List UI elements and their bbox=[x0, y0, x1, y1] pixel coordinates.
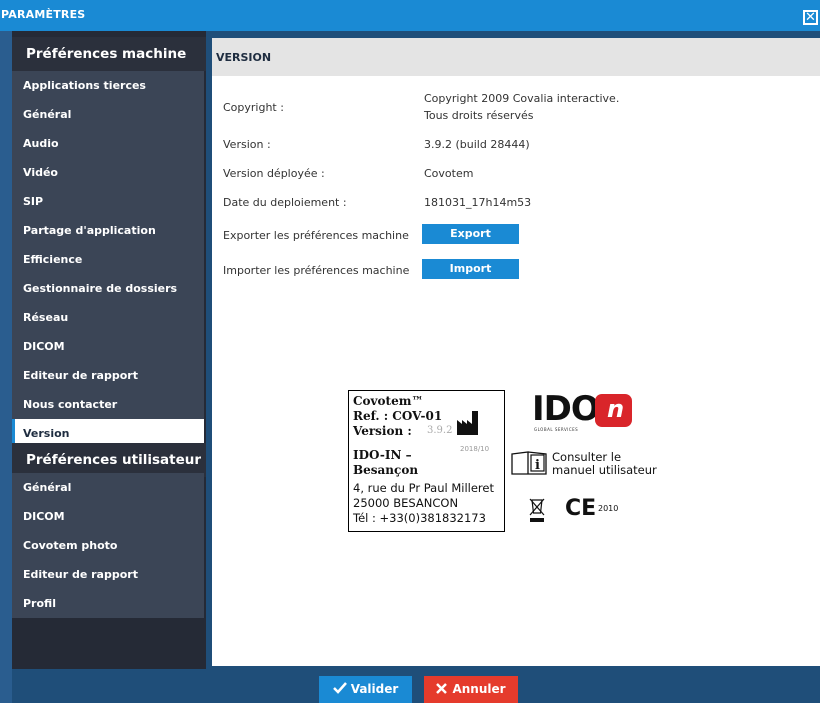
user-preferences-header[interactable]: Préférences utilisateur bbox=[12, 443, 206, 477]
product-version-prefix: Version : bbox=[353, 424, 412, 438]
sidebar-item-profil[interactable]: Profil bbox=[12, 589, 204, 618]
cross-icon bbox=[436, 683, 448, 694]
ido-logo-text: IDO bbox=[532, 389, 600, 429]
sidebar-item-reseau[interactable]: Réseau bbox=[12, 303, 204, 332]
deployed-version-value: Covotem bbox=[424, 167, 474, 180]
settings-window: PARAMÈTRES ✕ Préférences machine Applica… bbox=[0, 0, 820, 703]
import-button[interactable]: Import bbox=[422, 259, 519, 279]
company-name-line2: Besançon bbox=[353, 463, 419, 477]
sidebar-item-user-general[interactable]: Général bbox=[12, 473, 204, 502]
copyright-label: Copyright : bbox=[223, 101, 284, 114]
sidebar-item-user-editeur-rapport[interactable]: Editeur de rapport bbox=[12, 560, 204, 589]
user-preferences-list: Général DICOM Covotem photo Editeur de r… bbox=[12, 473, 204, 618]
window-left-edge bbox=[0, 31, 12, 703]
copyright-value-line1: Copyright 2009 Covalia interactive. bbox=[424, 92, 620, 105]
weee-bin-icon bbox=[529, 498, 545, 522]
machine-preferences-header[interactable]: Préférences machine bbox=[12, 37, 206, 71]
cancel-label: Annuler bbox=[452, 682, 506, 696]
deploy-date-label: Date du deploiement : bbox=[223, 196, 347, 209]
sidebar-item-audio[interactable]: Audio bbox=[12, 129, 204, 158]
version-value: 3.9.2 (build 28444) bbox=[424, 138, 530, 151]
product-label-card: Covotem™ Ref. : COV-01 Version : 3.9.2 2… bbox=[348, 390, 505, 532]
copyright-value-line2: Tous droits réservés bbox=[424, 109, 534, 122]
ido-logo-subtitle: GLOBAL SERVICES bbox=[534, 427, 579, 432]
sidebar-item-efficience[interactable]: Efficience bbox=[12, 245, 204, 274]
title-bar: PARAMÈTRES ✕ bbox=[0, 0, 820, 31]
export-label: Exporter les préférences machine bbox=[223, 229, 409, 242]
ido-logo: IDO n GLOBAL SERVICES bbox=[532, 389, 642, 437]
import-label: Importer les préférences machine bbox=[223, 264, 410, 277]
sidebar-item-gestionnaire-dossiers[interactable]: Gestionnaire de dossiers bbox=[12, 274, 204, 303]
validate-label: Valider bbox=[350, 682, 399, 696]
phone-number: Tél : +33(0)381832173 bbox=[353, 511, 486, 525]
svg-text:i: i bbox=[535, 458, 540, 473]
panel-header: VERSION bbox=[212, 38, 820, 76]
company-name-line1: IDO-IN – bbox=[353, 448, 412, 462]
window-title: PARAMÈTRES bbox=[1, 8, 86, 21]
sidebar-item-dicom[interactable]: DICOM bbox=[12, 332, 204, 361]
address-line1: 4, rue du Pr Paul Milleret bbox=[353, 481, 494, 495]
address-line2: 25000 BESANCON bbox=[353, 496, 459, 510]
validate-button[interactable]: Valider bbox=[319, 676, 412, 703]
manual-text-line2: manuel utilisateur bbox=[552, 463, 657, 477]
ce-year: 2010 bbox=[598, 504, 619, 513]
ce-mark-icon: CE bbox=[565, 496, 597, 521]
manufacturer-icon bbox=[457, 411, 478, 435]
sidebar-item-applications-tierces[interactable]: Applications tierces bbox=[12, 71, 204, 100]
close-icon[interactable]: ✕ bbox=[803, 10, 818, 25]
product-version-value: 3.9.2 bbox=[427, 425, 453, 436]
manufacture-date: 2018/10 bbox=[460, 445, 490, 453]
version-panel: VERSION Copyright : Copyright 2009 Coval… bbox=[212, 38, 820, 666]
sidebar-item-sip[interactable]: SIP bbox=[12, 187, 204, 216]
sidebar-item-nous-contacter[interactable]: Nous contacter bbox=[12, 390, 204, 419]
sidebar-item-user-dicom[interactable]: DICOM bbox=[12, 502, 204, 531]
export-button[interactable]: Export bbox=[422, 224, 519, 244]
sidebar-item-editeur-rapport[interactable]: Editeur de rapport bbox=[12, 361, 204, 390]
deploy-date-value: 181031_17h14m53 bbox=[424, 196, 532, 209]
panel-title: VERSION bbox=[216, 51, 272, 64]
sidebar-item-video[interactable]: Vidéo bbox=[12, 158, 204, 187]
sidebar-item-covotem-photo[interactable]: Covotem photo bbox=[12, 531, 204, 560]
sidebar-item-partage-application[interactable]: Partage d'application bbox=[12, 216, 204, 245]
manual-text: Consulter le manuel utilisateur bbox=[552, 451, 657, 477]
product-ref: Ref. : COV-01 bbox=[353, 409, 443, 423]
manual-book-icon: i bbox=[511, 451, 547, 475]
ido-logo-badge-icon: n bbox=[595, 394, 632, 427]
version-label: Version : bbox=[223, 138, 271, 151]
deployed-version-label: Version déployée : bbox=[223, 167, 325, 180]
check-icon bbox=[332, 682, 347, 694]
cancel-button[interactable]: Annuler bbox=[424, 676, 518, 703]
sidebar-item-general[interactable]: Général bbox=[12, 100, 204, 129]
product-name: Covotem™ bbox=[353, 394, 424, 408]
machine-preferences-list: Applications tierces Général Audio Vidéo… bbox=[12, 71, 204, 448]
